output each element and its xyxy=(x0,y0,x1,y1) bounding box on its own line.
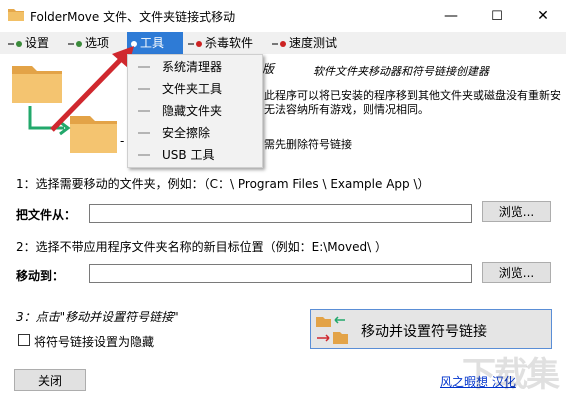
status-dot-icon xyxy=(196,40,202,47)
move-folders-icon xyxy=(316,316,348,344)
heading-version: 版 xyxy=(262,62,275,76)
menu-settings[interactable]: 设置 xyxy=(8,32,49,54)
description-dash: - xyxy=(120,134,125,148)
close-button[interactable]: 关闭 xyxy=(14,369,86,391)
dash-icon xyxy=(138,88,150,90)
dash-icon xyxy=(68,42,74,45)
description-line-2: 无法容纳所有游戏，则情况相同。 xyxy=(264,103,429,116)
tools-item-label: 系统清理器 xyxy=(162,60,223,74)
hide-symlink-checkbox[interactable] xyxy=(18,334,30,346)
tools-item-label: 文件夹工具 xyxy=(162,82,223,96)
dash-icon xyxy=(138,132,150,134)
maximize-button[interactable]: ☐ xyxy=(474,0,520,32)
folder-app-icon xyxy=(8,9,24,21)
target-folder-input[interactable] xyxy=(89,264,472,283)
close-window-button[interactable]: ✕ xyxy=(520,0,566,32)
hide-symlink-label: 将符号链接设置为隐藏 xyxy=(34,335,155,349)
menu-speed-test[interactable]: 速度测试 xyxy=(272,32,337,54)
status-dot-icon xyxy=(16,40,22,47)
watermark-logo: 下载集 xyxy=(462,355,560,395)
dash-icon xyxy=(272,42,278,45)
step2-instruction: 2：选择不带应用程序文件夹名称的新目标位置（例如：E:\Moved\ ） xyxy=(16,240,387,254)
dash-icon xyxy=(138,66,150,68)
tools-item-hidden-folder[interactable]: 隐藏文件夹 xyxy=(128,100,262,122)
dash-icon xyxy=(138,154,150,156)
tools-item-label: 安全擦除 xyxy=(162,126,211,140)
browse-source-button[interactable]: 浏览... xyxy=(482,201,551,222)
step3-instruction: 3：点击"移动并设置符号链接" xyxy=(16,310,179,324)
dash-icon xyxy=(138,110,150,112)
menu-speed-test-label: 速度测试 xyxy=(289,36,338,50)
tools-item-folder-tools[interactable]: 文件夹工具 xyxy=(128,78,262,100)
target-field-label: 移动到： xyxy=(16,269,65,283)
source-folder-input[interactable] xyxy=(89,204,472,223)
app-window: FolderMove 文件、文件夹链接式移动 — ☐ ✕ 设置 选项 工具 杀毒… xyxy=(0,0,566,402)
dash-icon xyxy=(8,42,14,45)
dash-icon xyxy=(188,42,194,45)
tools-dropdown-menu: 系统清理器 文件夹工具 隐藏文件夹 安全擦除 USB 工具 xyxy=(127,54,263,168)
menu-antivirus-label: 杀毒软件 xyxy=(205,36,254,50)
menu-antivirus[interactable]: 杀毒软件 xyxy=(188,32,253,54)
minimize-button[interactable]: — xyxy=(428,0,474,32)
heading-subtitle: 软件文件夹移动器和符号链接创建器 xyxy=(313,65,489,78)
tools-item-system-cleaner[interactable]: 系统清理器 xyxy=(128,56,262,78)
status-dot-icon xyxy=(280,40,286,47)
window-title: FolderMove 文件、文件夹链接式移动 xyxy=(30,10,236,24)
step1-instruction: 1：选择需要移动的文件夹，例如：（C：\ Program Files \ Exa… xyxy=(16,177,430,191)
source-field-label: 把文件从： xyxy=(16,208,77,222)
tools-item-label: 隐藏文件夹 xyxy=(162,104,223,118)
tools-item-label: USB 工具 xyxy=(162,148,215,162)
description-line-3: 需先删除符号链接 xyxy=(264,138,352,151)
move-and-link-button[interactable]: 移动并设置符号链接 xyxy=(310,309,552,349)
tools-item-secure-erase[interactable]: 安全擦除 xyxy=(128,122,262,144)
main-content: 版 软件文件夹移动器和符号链接创建器 此程序可以将已安装的程序移到其他文件夹或磁… xyxy=(0,46,566,402)
move-and-link-label: 移动并设置符号链接 xyxy=(361,324,487,340)
menu-settings-label: 设置 xyxy=(25,36,50,50)
title-bar: FolderMove 文件、文件夹链接式移动 — ☐ ✕ xyxy=(0,0,566,32)
tools-item-usb-tools[interactable]: USB 工具 xyxy=(128,144,262,166)
browse-target-button[interactable]: 浏览... xyxy=(482,262,551,283)
